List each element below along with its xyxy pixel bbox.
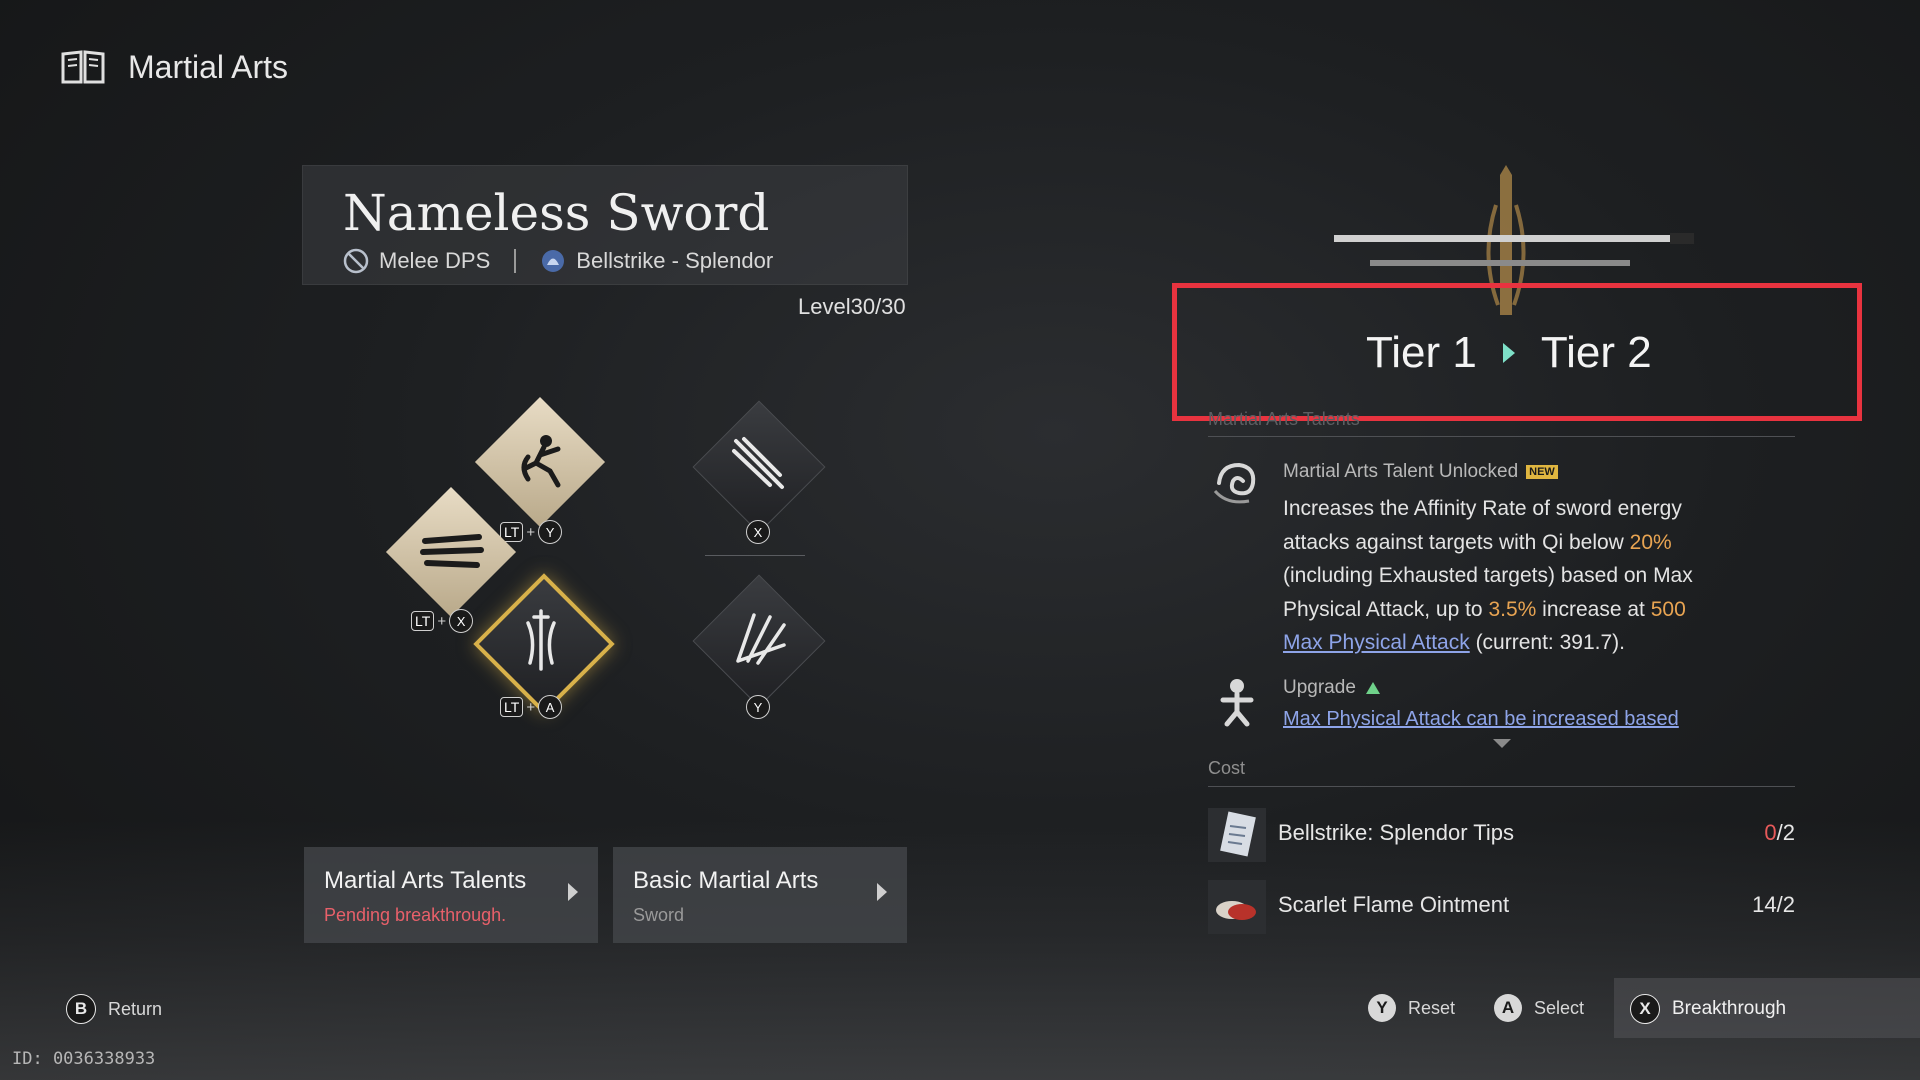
b-key-icon: B bbox=[66, 994, 96, 1024]
y-key-icon: Y bbox=[538, 520, 563, 544]
tier-current: Tier 1 bbox=[1366, 328, 1477, 377]
skill-sword-strike-hint: X bbox=[746, 520, 770, 544]
talent-heading: Martial Arts Talent Unlocked NEW bbox=[1283, 461, 1558, 483]
section-divider bbox=[1208, 436, 1795, 437]
skill-claw-slash-hint: Y bbox=[746, 695, 770, 719]
skill-kick-hint: LT + Y bbox=[500, 520, 563, 544]
skill-sword-spirit-hint: LT + A bbox=[500, 695, 563, 719]
kick-figure-icon bbox=[521, 435, 561, 488]
new-badge: NEW bbox=[1526, 465, 1558, 479]
bell-icon bbox=[542, 250, 565, 272]
tab-subtitle: Pending breakthrough. bbox=[324, 905, 507, 925]
triple-slash-icon bbox=[420, 534, 484, 568]
return-label: Return bbox=[108, 998, 163, 1019]
weapon-level: Level30/30 bbox=[798, 294, 906, 319]
sword-spirit-icon bbox=[526, 609, 556, 671]
cost-divider bbox=[1208, 786, 1795, 787]
skill-divider bbox=[705, 555, 805, 556]
x-key-icon: X bbox=[746, 520, 770, 544]
reset-button[interactable]: Y Reset bbox=[1368, 994, 1455, 1022]
cost-item-qty: 0/2 bbox=[1764, 820, 1795, 845]
tab-title: Martial Arts Talents bbox=[324, 867, 527, 894]
cost-label: Cost bbox=[1208, 758, 1246, 778]
reset-label: Reset bbox=[1408, 997, 1456, 1018]
cost-item-qty: 14/2 bbox=[1752, 892, 1795, 917]
tier-upgrade: Tier 1 Tier 2 bbox=[1366, 328, 1652, 378]
select-button[interactable]: A Select bbox=[1494, 994, 1584, 1022]
tab-subtitle: Sword bbox=[633, 905, 685, 925]
scroll-down-icon[interactable] bbox=[1493, 739, 1511, 748]
cost-item: Bellstrike: Splendor Tips 0/2 bbox=[1208, 804, 1795, 864]
lt-key-icon: LT bbox=[411, 611, 435, 631]
sword-strike-icon bbox=[732, 437, 784, 489]
talents-section-label: Martial Arts Talents bbox=[1208, 409, 1360, 429]
weapon-name: Nameless Sword bbox=[343, 184, 770, 242]
y-key-icon: Y bbox=[1368, 994, 1396, 1022]
swirl-icon bbox=[1213, 462, 1256, 504]
scroll-icon bbox=[1208, 808, 1266, 862]
breakthrough-label: Breakthrough bbox=[1672, 998, 1787, 1019]
lt-key-icon: LT bbox=[500, 697, 524, 717]
skill-triple-slash-hint: LT + X bbox=[411, 609, 474, 633]
weapon-meta: Melee DPS Bellstrike - Splendor bbox=[343, 248, 773, 274]
upgrade-heading: Upgrade bbox=[1283, 677, 1380, 699]
page-header: Martial Arts bbox=[60, 48, 288, 86]
tab-basic-martial-arts[interactable]: Basic Martial Arts Sword bbox=[613, 847, 907, 943]
a-key-icon: A bbox=[538, 695, 563, 719]
a-key-icon: A bbox=[1494, 994, 1522, 1022]
x-key-icon: X bbox=[1630, 994, 1660, 1024]
tier-next: Tier 2 bbox=[1540, 328, 1652, 377]
cost-item-name: Scarlet Flame Ointment bbox=[1278, 892, 1510, 917]
meta-divider bbox=[514, 249, 517, 273]
arrow-right-icon bbox=[1502, 343, 1515, 363]
weapon-path: Bellstrike - Splendor bbox=[576, 248, 774, 273]
chevron-right-icon bbox=[877, 883, 887, 901]
breakthrough-hint[interactable]: X Breakthrough bbox=[1630, 994, 1786, 1024]
x-key-icon: X bbox=[449, 609, 474, 633]
tab-martial-arts-talents[interactable]: Martial Arts Talents Pending breakthroug… bbox=[304, 847, 598, 943]
select-label: Select bbox=[1534, 997, 1585, 1018]
upgrade-description: Max Physical Attack can be increased bas… bbox=[1283, 708, 1679, 728]
figure-icon bbox=[1220, 679, 1254, 727]
up-arrow-icon bbox=[1365, 682, 1380, 694]
talent-description: Increases the Affinity Rate of sword ene… bbox=[1283, 497, 1693, 654]
book-icon bbox=[61, 50, 105, 84]
player-id: ID: 0036338933 bbox=[12, 1049, 156, 1069]
cost-item: Scarlet Flame Ointment 14/2 bbox=[1208, 876, 1795, 936]
ointment-icon bbox=[1208, 880, 1266, 934]
claw-slash-icon bbox=[736, 613, 786, 665]
page-title: Martial Arts bbox=[128, 48, 289, 85]
max-physical-attack-link[interactable]: Max Physical Attack bbox=[1283, 631, 1470, 654]
y-key-icon: Y bbox=[746, 695, 770, 719]
return-button[interactable]: B Return bbox=[66, 994, 162, 1024]
weapon-card: Nameless Sword Melee DPS Bellstrike - Sp… bbox=[302, 165, 908, 285]
cost-item-name: Bellstrike: Splendor Tips bbox=[1278, 820, 1514, 845]
tab-title: Basic Martial Arts bbox=[633, 867, 819, 894]
chevron-right-icon bbox=[568, 883, 578, 901]
slash-circle-icon bbox=[343, 248, 369, 274]
weapon-role: Melee DPS bbox=[379, 248, 491, 273]
